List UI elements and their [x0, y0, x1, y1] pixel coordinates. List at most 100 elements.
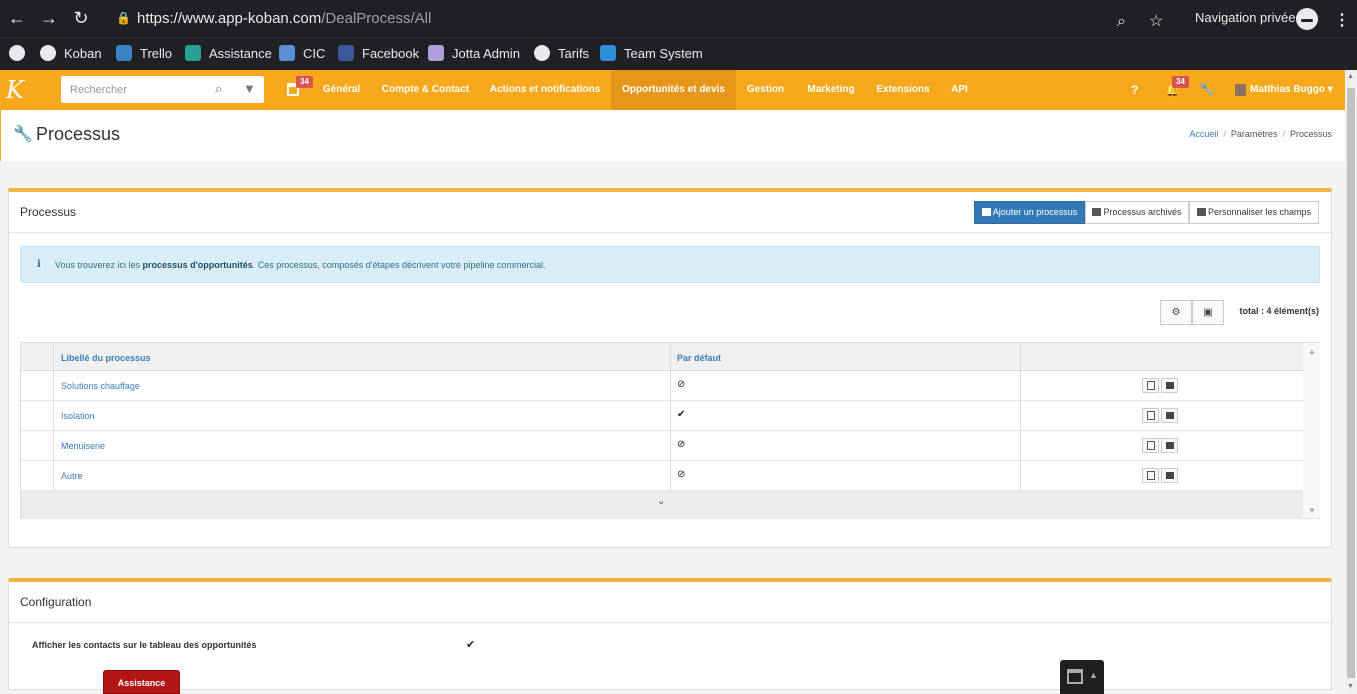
user-menu[interactable]: Matthias Buggo ▾ [1250, 84, 1333, 95]
teamsystem-icon [600, 45, 616, 62]
avatar[interactable] [1235, 84, 1246, 96]
copy-icon[interactable] [1142, 468, 1159, 483]
chevron-up-icon: ▲ [1089, 670, 1098, 680]
bookmark-team-system[interactable]: Team System [600, 44, 703, 64]
menu-item-1[interactable]: Compte & Contact [373, 70, 478, 110]
search-input[interactable] [61, 76, 206, 103]
bookmark-koban[interactable]: Koban [40, 44, 102, 64]
bookmark-label: Facebook [362, 46, 420, 61]
koban-icon [9, 45, 25, 62]
scrollbar-thumb[interactable] [1347, 88, 1355, 678]
bookmark-tarifs[interactable]: Tarifs [534, 44, 589, 64]
archive-icon[interactable] [1161, 408, 1178, 423]
bookmark-star-icon[interactable]: ☆ [1149, 13, 1163, 31]
bookmark-unnamed[interactable] [9, 44, 33, 64]
plus-square-icon [981, 208, 991, 216]
help-icon[interactable]: ? [1131, 83, 1138, 97]
bookmark-cic[interactable]: CIC [279, 44, 325, 64]
table-footer: ⌄ [21, 491, 1303, 519]
calendar-badge: 34 [296, 76, 313, 88]
wrench-icon[interactable]: 🔧 [1199, 82, 1214, 96]
copy-icon[interactable] [1142, 378, 1159, 393]
bookmark-label: Trello [140, 46, 173, 61]
back-arrow-icon[interactable]: ← [8, 9, 26, 27]
bookmark-jotta-admin[interactable]: Jotta Admin [428, 44, 520, 64]
breadcrumb: Accueil / Paramètres / Processus [1189, 129, 1332, 139]
configuration-panel: Configuration Afficher les contacts sur … [8, 578, 1332, 690]
koban-logo[interactable]: K [6, 78, 38, 102]
scroll-up-icon[interactable]: ▲ [1347, 73, 1354, 80]
trello-icon [116, 45, 132, 62]
scroll-up-icon[interactable]: ▲ [1308, 347, 1316, 356]
config-option-label: Afficher les contacts sur le tableau des… [32, 640, 257, 650]
assistance-button[interactable]: Assistance [103, 670, 180, 694]
menu-item-0[interactable]: Général [313, 70, 370, 110]
breadcrumb-settings[interactable]: Paramètres [1231, 129, 1278, 139]
add-process-button[interactable]: Ajouter un processus [974, 201, 1085, 224]
bookmark-facebook[interactable]: Facebook [338, 44, 419, 64]
archive-icon[interactable] [1161, 378, 1178, 393]
column-header-default[interactable]: Par défaut [677, 353, 721, 363]
bookmark-assistance[interactable]: Assistance [185, 44, 272, 64]
scroll-down-icon[interactable]: ▼ [1308, 506, 1316, 515]
menu-item-6[interactable]: Extensions [867, 70, 939, 110]
panel-title: Processus [20, 205, 77, 219]
bookmark-label: CIC [303, 46, 326, 61]
table-row[interactable]: Menuiserie ⊘ [21, 431, 1303, 461]
export-button[interactable]: ▣ [1192, 300, 1224, 325]
customize-fields-button[interactable]: Personnaliser les champs [1189, 201, 1319, 224]
archive-icon[interactable] [1161, 438, 1178, 453]
ban-icon: ⊘ [677, 469, 686, 480]
page-scrollbar[interactable]: ▲ ▼ [1345, 70, 1357, 694]
forward-arrow-icon[interactable]: → [40, 9, 58, 27]
table-row[interactable]: Autre ⊘ [21, 461, 1303, 491]
bookmark-label: Team System [624, 46, 703, 61]
menu-item-2[interactable]: Actions et notifications [483, 70, 607, 110]
menu-item-3[interactable]: Opportunités et devis [611, 70, 736, 110]
address-bar[interactable]: 🔒 https://www.app-koban.com/DealProcess/… [102, 4, 1177, 33]
headset-icon [185, 45, 201, 62]
process-label-link[interactable]: Autre [61, 471, 83, 481]
settings-cogs-button[interactable]: ⚙ [1160, 300, 1192, 325]
table-row[interactable]: Isolation ✔ [21, 401, 1303, 431]
menu-item-4[interactable]: Gestion [737, 70, 794, 110]
ban-icon: ⊘ [677, 379, 686, 390]
breadcrumb-home[interactable]: Accueil [1189, 129, 1218, 139]
zoom-icon[interactable]: ⌕ [1117, 13, 1126, 31]
table-scrollbar[interactable]: ▲ ▼ [1303, 343, 1320, 518]
browser-menu-icon[interactable]: ⋮ [1334, 10, 1350, 30]
reload-icon[interactable]: ↻ [72, 9, 90, 27]
incognito-label: Navigation privée [1195, 10, 1296, 25]
bookmark-trello[interactable]: Trello [116, 44, 172, 64]
scroll-down-icon[interactable]: ▼ [1347, 683, 1354, 690]
calendar-widget[interactable]: ▲ [1060, 660, 1104, 694]
incognito-icon[interactable] [1296, 8, 1318, 30]
expand-icon[interactable]: ⌄ [657, 496, 665, 507]
bookmarks-bar: Koban Trello Assistance CIC Facebook Jotta Ad… [0, 37, 1357, 70]
user-name: Matthias Buggo [1250, 84, 1325, 95]
process-label-link[interactable]: Solutions chauffage [61, 381, 140, 391]
total-count: total : 4 élément(s) [1239, 306, 1319, 316]
menu-item-5[interactable]: Marketing [797, 70, 865, 110]
archive-icon [1196, 208, 1206, 216]
copy-icon[interactable] [1142, 438, 1159, 453]
bookmark-label: Jotta Admin [452, 46, 520, 61]
ban-icon: ⊘ [677, 439, 686, 450]
jotta-icon [428, 45, 444, 62]
process-label-link[interactable]: Menuiserie [61, 441, 105, 451]
bookmark-label: Tarifs [558, 46, 590, 61]
process-label-link[interactable]: Isolation [61, 411, 95, 421]
copy-icon[interactable] [1142, 408, 1159, 423]
menu-item-7[interactable]: API [942, 70, 977, 110]
column-header-label[interactable]: Libellé du processus [61, 353, 151, 363]
search-icon[interactable]: ⌕ [215, 81, 222, 97]
archive-icon[interactable] [1161, 468, 1178, 483]
browser-toolbar: ← → ↻ 🔒 https://www.app-koban.com/DealPr… [0, 0, 1357, 37]
archived-processes-button[interactable]: Processus archivés [1085, 201, 1189, 224]
filter-icon[interactable]: ▼ [243, 81, 256, 96]
url-text: https://www.app-koban.com/DealProcess/Al… [137, 10, 432, 27]
wrench-icon: 🔧 [13, 126, 33, 143]
cogs-icon: ⚙ [1171, 307, 1181, 318]
archive-icon [1092, 208, 1102, 216]
table-row[interactable]: Solutions chauffage ⊘ [21, 371, 1303, 401]
